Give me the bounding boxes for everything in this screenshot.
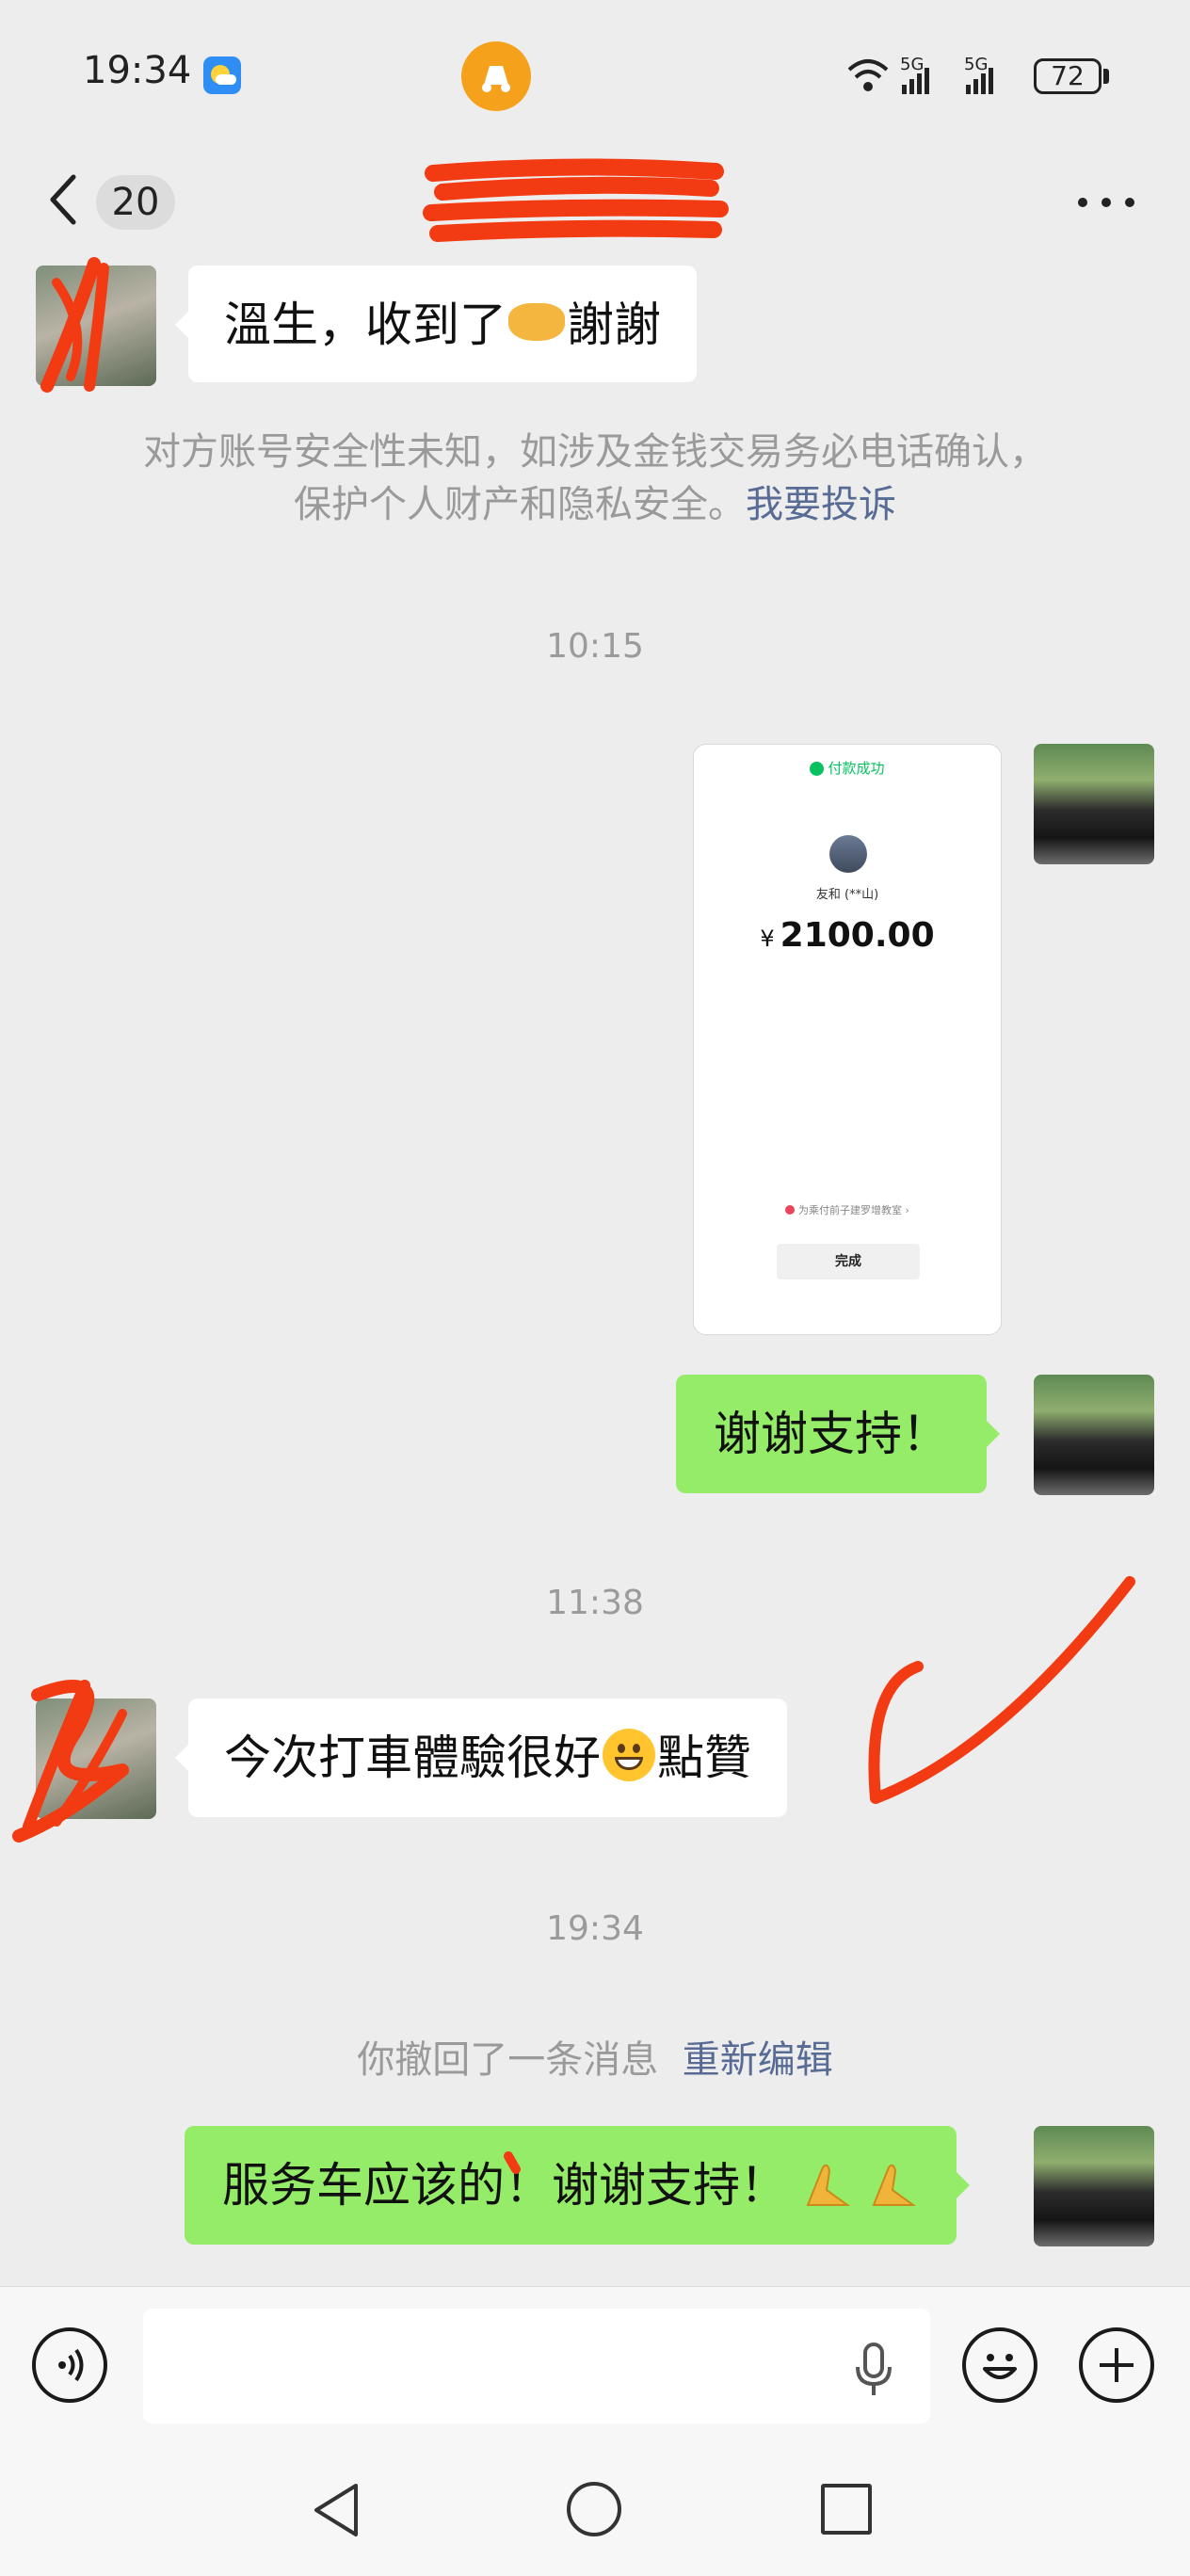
status-time: 19:34 xyxy=(83,49,192,92)
payee-avatar xyxy=(829,835,867,873)
back-icon[interactable] xyxy=(45,169,83,230)
amount-value: 2100.00 xyxy=(780,916,935,955)
grin-emoji-icon xyxy=(603,1729,655,1781)
note-dot-icon xyxy=(785,1205,796,1215)
message-text: 今次打車體驗很好 xyxy=(224,1731,601,1785)
message-text-end: 謝謝 xyxy=(567,298,661,352)
nav-back-icon[interactable] xyxy=(309,2480,365,2540)
message-input[interactable] xyxy=(143,2309,930,2423)
emoji-icon[interactable] xyxy=(962,2327,1037,2403)
report-link[interactable]: 我要投诉 xyxy=(746,483,896,526)
contact-avatar[interactable] xyxy=(36,1699,156,1819)
weather-icon xyxy=(203,56,241,94)
timestamp: 10:15 xyxy=(546,627,644,666)
nav-home-icon[interactable] xyxy=(567,2482,621,2536)
signal-5g-label-2: 5G xyxy=(964,55,988,74)
mic-icon[interactable] xyxy=(853,2341,894,2399)
pray-emoji-icon xyxy=(806,2164,850,2206)
payment-amount: ¥2100.00 xyxy=(694,916,1001,955)
currency-symbol: ¥ xyxy=(760,926,775,952)
message-text: 谢谢支持！ xyxy=(714,1407,949,1461)
recall-notice: 你撤回了一条消息 重新编辑 xyxy=(0,2034,1190,2086)
battery-indicator: 72 xyxy=(1034,58,1102,94)
security-warning-line1: 对方账号安全性未知，如涉及金钱交易务必电话确认， xyxy=(143,430,1047,474)
more-icon[interactable] xyxy=(1073,188,1139,217)
my-avatar[interactable] xyxy=(1034,2126,1154,2246)
re-edit-link[interactable]: 重新编辑 xyxy=(683,2038,833,2082)
message-text: 溫生，收到了 xyxy=(224,298,507,352)
handshake-emoji-icon xyxy=(508,303,565,341)
wifi-signal-icons: 5G 5G xyxy=(847,55,993,94)
plus-icon[interactable] xyxy=(1079,2327,1154,2403)
message-text-end: 點贊 xyxy=(657,1731,751,1785)
done-button: 完成 xyxy=(777,1244,920,1280)
signal-5g-label-1: 5G xyxy=(900,55,924,74)
success-check-icon xyxy=(810,762,825,776)
unread-count-badge[interactable]: 20 xyxy=(96,175,175,230)
nav-recent-icon[interactable] xyxy=(821,2484,872,2535)
payment-status: 付款成功 xyxy=(694,758,1001,778)
contact-avatar[interactable] xyxy=(36,266,156,386)
payee-name: 友和 (**山) xyxy=(815,888,879,902)
security-warning-line2: 保护个人财产和隐私安全。 xyxy=(294,483,746,526)
payment-note-text: 为乘付前子建罗增教室 › xyxy=(798,1204,909,1216)
battery-tip xyxy=(1103,69,1109,84)
scooter-app-icon[interactable] xyxy=(461,41,531,111)
payment-note: 为乘付前子建罗增教室 › xyxy=(694,1202,1001,1217)
sent-message[interactable]: 服务车应该的！谢谢支持！ xyxy=(185,2126,970,2245)
pray-emoji-icon xyxy=(872,2164,916,2206)
payment-screenshot-image[interactable]: 付款成功 友和 (**山) ¥2100.00 为乘付前子建罗增教室 › 完成 xyxy=(693,744,1002,1335)
received-message[interactable]: 今次打車體驗很好 點贊 xyxy=(175,1699,787,1817)
voice-icon[interactable] xyxy=(32,2327,107,2403)
message-text: 服务车应该的！谢谢支持！ xyxy=(222,2158,787,2213)
timestamp: 11:38 xyxy=(546,1584,644,1622)
my-avatar[interactable] xyxy=(1034,744,1154,864)
recall-text: 你撤回了一条消息 xyxy=(357,2038,659,2082)
received-message[interactable]: 溫生，收到了 謝謝 xyxy=(175,266,697,382)
timestamp: 19:34 xyxy=(546,1909,644,1948)
redacted-chat-title xyxy=(414,154,734,258)
security-warning: 对方账号安全性未知，如涉及金钱交易务必电话确认， 保护个人财产和隐私安全。我要投… xyxy=(0,426,1190,531)
my-avatar[interactable] xyxy=(1034,1375,1154,1495)
payment-status-text: 付款成功 xyxy=(828,760,885,777)
sent-message[interactable]: 谢谢支持！ xyxy=(676,1375,1000,1493)
